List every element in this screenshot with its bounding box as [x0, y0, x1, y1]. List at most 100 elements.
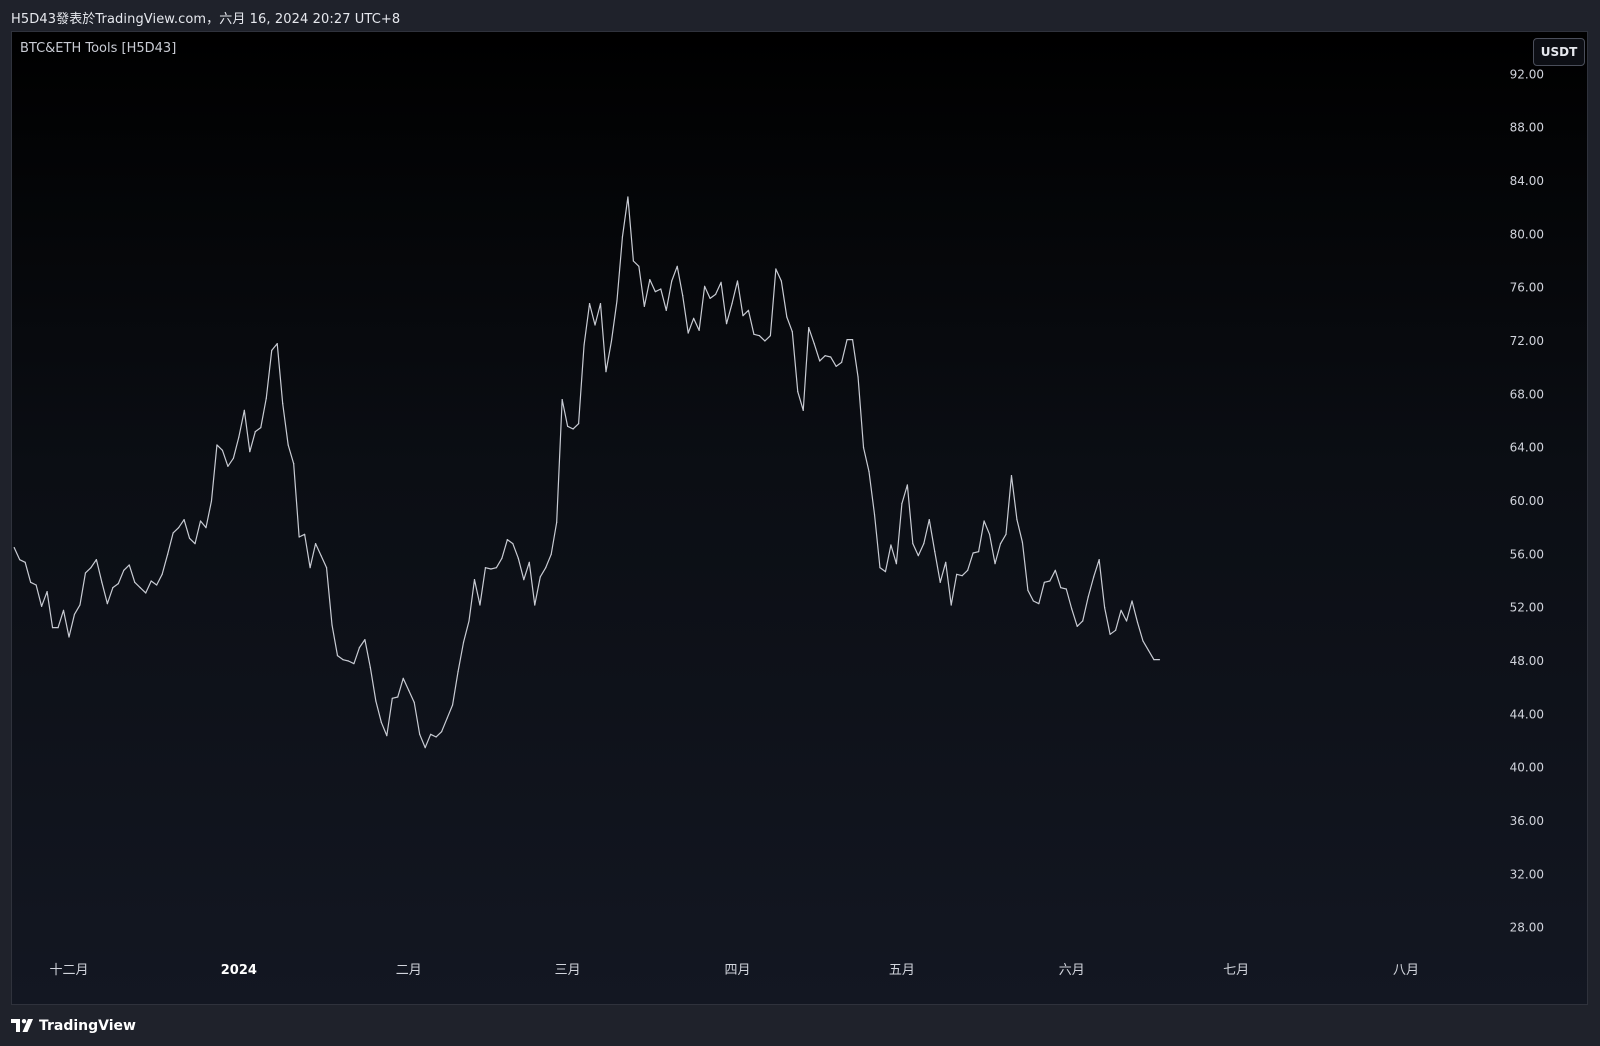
y-axis-tick-label: 52.00	[1510, 601, 1544, 615]
chart-pane[interactable]: 28.00 32.00 36.00 40.00 44.00 48.00 52.00 56.00…	[11, 31, 1588, 1005]
price-data-point	[79, 604, 81, 606]
price-data-point	[621, 236, 624, 238]
footer: TradingView	[0, 1005, 1600, 1046]
y-axis-tick-label: 36.00	[1510, 814, 1544, 828]
price-data-point	[314, 543, 317, 545]
price-data-point	[205, 527, 207, 529]
price-data-point	[13, 547, 15, 549]
brand-label: TradingView	[39, 1018, 136, 1034]
price-data-point	[435, 736, 437, 738]
price-data-point	[797, 391, 799, 393]
price-data-point	[742, 315, 744, 317]
price-data-point	[30, 581, 32, 583]
price-data-point	[769, 335, 771, 337]
price-data-point	[1120, 609, 1122, 611]
price-data-point	[19, 559, 21, 561]
price-data-point	[46, 591, 48, 593]
x-axis-tick-label: 2024	[221, 963, 257, 978]
indicator-title[interactable]: BTC&ETH Tools [H5D43]	[20, 41, 176, 56]
price-data-point	[556, 521, 558, 523]
price-data-point	[210, 500, 213, 502]
price-data-point	[1021, 541, 1024, 543]
price-data-point	[188, 537, 191, 539]
price-data-point	[1104, 607, 1106, 609]
price-data-point	[1016, 519, 1018, 521]
x-axis-tick-label: 六月	[1059, 963, 1085, 978]
price-data-point	[1114, 629, 1117, 631]
y-axis-tick-label: 40.00	[1510, 761, 1544, 775]
price-data-point	[534, 604, 536, 606]
price-data-point	[424, 747, 426, 749]
price-data-point	[408, 689, 410, 691]
price-data-point	[260, 427, 262, 429]
price-data-point	[978, 551, 980, 553]
price-data-point	[265, 397, 267, 399]
price-data-point	[342, 659, 344, 661]
price-data-point	[709, 297, 711, 299]
price-data-point	[654, 291, 656, 293]
x-axis-tick-label: 十二月	[49, 963, 88, 978]
x-axis-tick-label: 五月	[889, 963, 915, 978]
price-data-point	[512, 543, 514, 545]
price-data-point	[862, 447, 865, 449]
price-data-point	[983, 520, 985, 522]
price-data-point	[1038, 603, 1040, 605]
price-data-point	[895, 563, 898, 565]
price-data-point	[736, 280, 739, 282]
y-axis-tick-label: 88.00	[1510, 121, 1544, 135]
y-axis-tick-label: 48.00	[1510, 654, 1544, 668]
y-axis-tick-label: 80.00	[1510, 227, 1544, 241]
price-data-point	[243, 409, 245, 411]
price-data-point	[884, 571, 887, 573]
price-data-point	[139, 587, 141, 589]
price-data-point	[446, 717, 448, 719]
price-data-point	[1076, 625, 1078, 627]
price-data-point	[112, 587, 114, 589]
price-data-point	[660, 288, 662, 290]
price-chart[interactable]: 28.00 32.00 36.00 40.00 44.00 48.00 52.00 56.00…	[12, 32, 1587, 1004]
price-data-point	[309, 567, 311, 569]
price-data-point	[145, 592, 147, 594]
price-data-point	[945, 561, 947, 563]
price-data-point	[386, 735, 388, 737]
price-data-point	[819, 360, 821, 362]
price-data-point	[676, 265, 678, 267]
price-data-point	[1054, 569, 1056, 571]
price-data-point	[57, 627, 59, 629]
price-data-point	[95, 559, 97, 561]
price-data-point	[632, 260, 634, 262]
price-data-point	[868, 471, 870, 473]
price-data-point	[731, 303, 733, 305]
price-data-point	[523, 579, 525, 581]
price-data-point	[501, 557, 503, 559]
price-data-point	[841, 361, 843, 363]
price-data-point	[764, 340, 766, 342]
price-data-point	[490, 568, 492, 570]
y-axis-tick-label: 64.00	[1510, 441, 1544, 455]
price-data-point	[917, 555, 919, 557]
price-data-point	[928, 519, 930, 521]
publish-caption: H5D43發表於TradingView.com，六月 16, 2024 20:2…	[11, 12, 401, 27]
price-data-point	[698, 329, 700, 331]
price-data-point	[51, 627, 54, 629]
price-data-point	[150, 580, 152, 582]
price-data-point	[720, 281, 722, 283]
price-data-point	[588, 303, 591, 305]
price-data-point	[282, 403, 284, 405]
price-data-point	[835, 365, 837, 367]
price-data-point	[824, 355, 826, 357]
currency-button[interactable]: USDT	[1533, 38, 1585, 66]
price-data-point	[216, 444, 218, 446]
price-data-point	[923, 543, 925, 545]
price-data-point	[183, 519, 185, 521]
price-data-point	[276, 343, 278, 345]
price-data-point	[572, 428, 574, 430]
price-data-point	[813, 343, 815, 345]
price-data-point	[134, 581, 136, 583]
price-data-point	[1109, 633, 1111, 635]
price-data-point	[1065, 588, 1067, 590]
price-data-point	[1131, 600, 1133, 602]
price-data-point	[725, 323, 728, 325]
tradingview-brand-link[interactable]: TradingView	[11, 1017, 136, 1035]
price-data-point	[967, 569, 969, 571]
